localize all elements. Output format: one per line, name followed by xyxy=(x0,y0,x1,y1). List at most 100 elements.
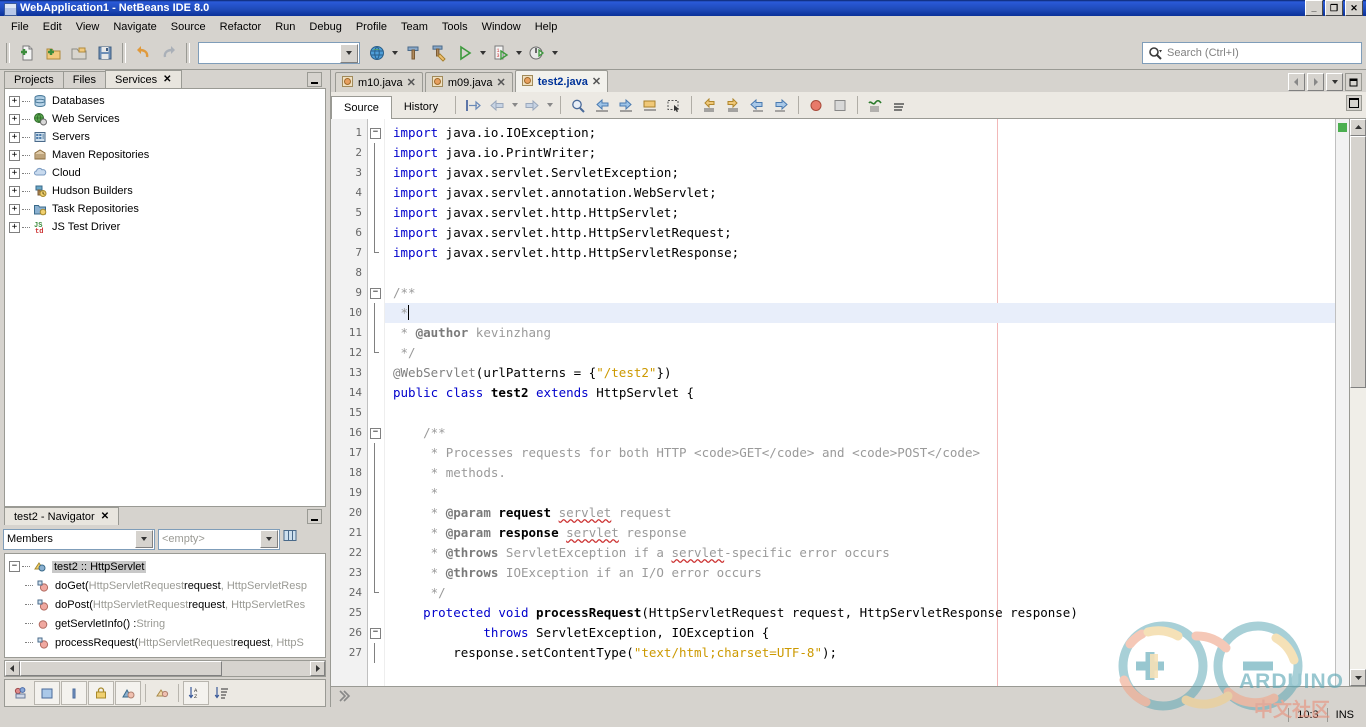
code-line[interactable]: * @param request servlet request xyxy=(385,503,1335,523)
minimize-navigator-button[interactable] xyxy=(307,509,322,524)
code-fold-column[interactable]: −−−− xyxy=(368,119,385,686)
close-icon[interactable]: ✕ xyxy=(592,75,601,88)
shift-left-icon[interactable] xyxy=(745,94,769,116)
search-box[interactable]: Search (Ctrl+I) xyxy=(1142,42,1362,64)
chevron-down-icon[interactable] xyxy=(260,530,278,548)
code-line[interactable]: */ xyxy=(385,583,1335,603)
tab-source[interactable]: Source xyxy=(331,96,392,120)
debug-dropdown-icon[interactable] xyxy=(514,40,524,66)
editor-tab-m09[interactable]: m09.java ✕ xyxy=(425,72,513,92)
code-line[interactable]: * methods. xyxy=(385,463,1335,483)
tab-list-button[interactable] xyxy=(1326,73,1343,91)
new-file-icon[interactable] xyxy=(14,40,40,66)
tab-files[interactable]: Files xyxy=(63,71,106,88)
comment-icon[interactable] xyxy=(863,94,887,116)
expander-icon[interactable]: + xyxy=(9,222,20,233)
show-inherited-icon[interactable] xyxy=(150,682,174,704)
expander-icon[interactable]: + xyxy=(9,186,20,197)
code-line[interactable]: /** xyxy=(385,423,1335,443)
code-line[interactable]: import java.io.IOException; xyxy=(385,123,1335,143)
shift-right-icon[interactable] xyxy=(769,94,793,116)
expander-icon[interactable]: + xyxy=(9,168,20,179)
filter-members-icon[interactable] xyxy=(9,682,33,704)
menu-item-file[interactable]: File xyxy=(4,19,36,35)
menu-item-window[interactable]: Window xyxy=(475,19,528,35)
code-line[interactable]: import javax.servlet.annotation.WebServl… xyxy=(385,183,1335,203)
globe-icon[interactable] xyxy=(364,40,390,66)
scrollbar-thumb[interactable] xyxy=(1350,136,1366,388)
view-columns-icon[interactable] xyxy=(283,529,303,549)
maximize-button[interactable]: ❐ xyxy=(1325,0,1343,16)
code-line[interactable] xyxy=(385,403,1335,423)
show-non-public-icon[interactable] xyxy=(88,681,114,705)
close-icon[interactable]: ✕ xyxy=(163,74,171,85)
profile-project-icon[interactable] xyxy=(524,40,550,66)
scrollbar-track[interactable] xyxy=(1350,136,1366,669)
tab-navigator[interactable]: test2 - Navigator ✕ xyxy=(4,507,119,525)
next-tab-button[interactable] xyxy=(1307,73,1324,91)
code-line[interactable]: @WebServlet(urlPatterns = {"/test2"}) xyxy=(385,363,1335,383)
editor-vertical-scrollbar[interactable] xyxy=(1349,119,1366,686)
run-dropdown-icon[interactable] xyxy=(478,40,488,66)
expander-icon[interactable]: + xyxy=(9,132,20,143)
navigator-filter-select[interactable]: Members xyxy=(3,529,155,550)
menu-item-refactor[interactable]: Refactor xyxy=(213,19,269,35)
stop-macro-recording-icon[interactable] xyxy=(828,94,852,116)
maximize-panel-button[interactable] xyxy=(1346,95,1362,111)
show-static-icon[interactable] xyxy=(115,681,141,705)
fold-collapse-icon[interactable]: − xyxy=(370,628,381,639)
fold-cell[interactable]: − xyxy=(368,283,384,303)
editor-tab-m10[interactable]: m10.java ✕ xyxy=(335,72,423,92)
previous-bookmark-icon[interactable] xyxy=(590,94,614,116)
code-line[interactable]: import javax.servlet.http.HttpServletReq… xyxy=(385,223,1335,243)
maximize-editor-button[interactable] xyxy=(1345,73,1362,91)
open-project-icon[interactable] xyxy=(66,40,92,66)
code-line[interactable]: * @throws IOException if an I/O error oc… xyxy=(385,563,1335,583)
fold-collapse-icon[interactable]: − xyxy=(370,288,381,299)
menu-item-source[interactable]: Source xyxy=(164,19,213,35)
scroll-up-icon[interactable] xyxy=(1350,119,1366,136)
code-line[interactable]: * xyxy=(385,303,1335,323)
show-constructors-icon[interactable] xyxy=(61,681,87,705)
sort-alphabetically-icon[interactable]: A Z xyxy=(183,681,209,705)
navigator-horizontal-scrollbar[interactable] xyxy=(4,660,326,677)
code-line[interactable]: * @throws ServletException if a servlet-… xyxy=(385,543,1335,563)
code-line[interactable]: import javax.servlet.http.HttpServlet; xyxy=(385,203,1335,223)
back-icon[interactable] xyxy=(485,94,509,116)
previous-tab-button[interactable] xyxy=(1288,73,1305,91)
fold-cell[interactable]: − xyxy=(368,623,384,643)
code-line[interactable]: * @param response servlet response xyxy=(385,523,1335,543)
close-button[interactable]: ✕ xyxy=(1345,0,1363,16)
chevron-down-icon[interactable] xyxy=(340,44,358,63)
code-line[interactable]: /** xyxy=(385,283,1335,303)
tree-item-task-repositories[interactable]: + Task Repositories xyxy=(9,200,325,218)
code-line[interactable]: */ xyxy=(385,343,1335,363)
code-line[interactable]: public class test2 extends HttpServlet { xyxy=(385,383,1335,403)
navigator-member-getservletinfo[interactable]: getServletInfo() : String xyxy=(9,614,325,633)
start-macro-recording-icon[interactable] xyxy=(804,94,828,116)
tree-item-servers[interactable]: + Servers xyxy=(9,128,325,146)
close-icon[interactable]: ✕ xyxy=(101,511,109,522)
code-line[interactable]: import javax.servlet.ServletException; xyxy=(385,163,1335,183)
search-icon[interactable] xyxy=(1143,46,1167,60)
toggle-rectangular-selection-icon[interactable] xyxy=(662,94,686,116)
tab-history[interactable]: History xyxy=(392,96,450,118)
menu-item-view[interactable]: View xyxy=(69,19,107,35)
code-line[interactable] xyxy=(385,263,1335,283)
code-line[interactable]: * Processes requests for both HTTP <code… xyxy=(385,443,1335,463)
debug-project-icon[interactable]: 1 3 xyxy=(488,40,514,66)
forward-icon[interactable] xyxy=(520,94,544,116)
tree-item-web-services[interactable]: + Web Services xyxy=(9,110,325,128)
tree-item-js-test-driver[interactable]: + JS td JS Test Driver xyxy=(9,218,325,236)
undo-icon[interactable] xyxy=(130,40,156,66)
expander-icon[interactable]: + xyxy=(9,204,20,215)
expander-icon[interactable]: + xyxy=(9,150,20,161)
scroll-left-icon[interactable] xyxy=(5,661,20,676)
tree-item-hudson-builders[interactable]: + Hudson Builders xyxy=(9,182,325,200)
project-configuration-combo[interactable] xyxy=(198,42,360,64)
toggle-bookmark-icon[interactable] xyxy=(638,94,662,116)
globe-dropdown-icon[interactable] xyxy=(390,40,400,66)
code-editor[interactable]: 1234567891011121314151617181920212223242… xyxy=(331,119,1366,686)
menu-item-edit[interactable]: Edit xyxy=(36,19,69,35)
fold-collapse-icon[interactable]: − xyxy=(370,128,381,139)
